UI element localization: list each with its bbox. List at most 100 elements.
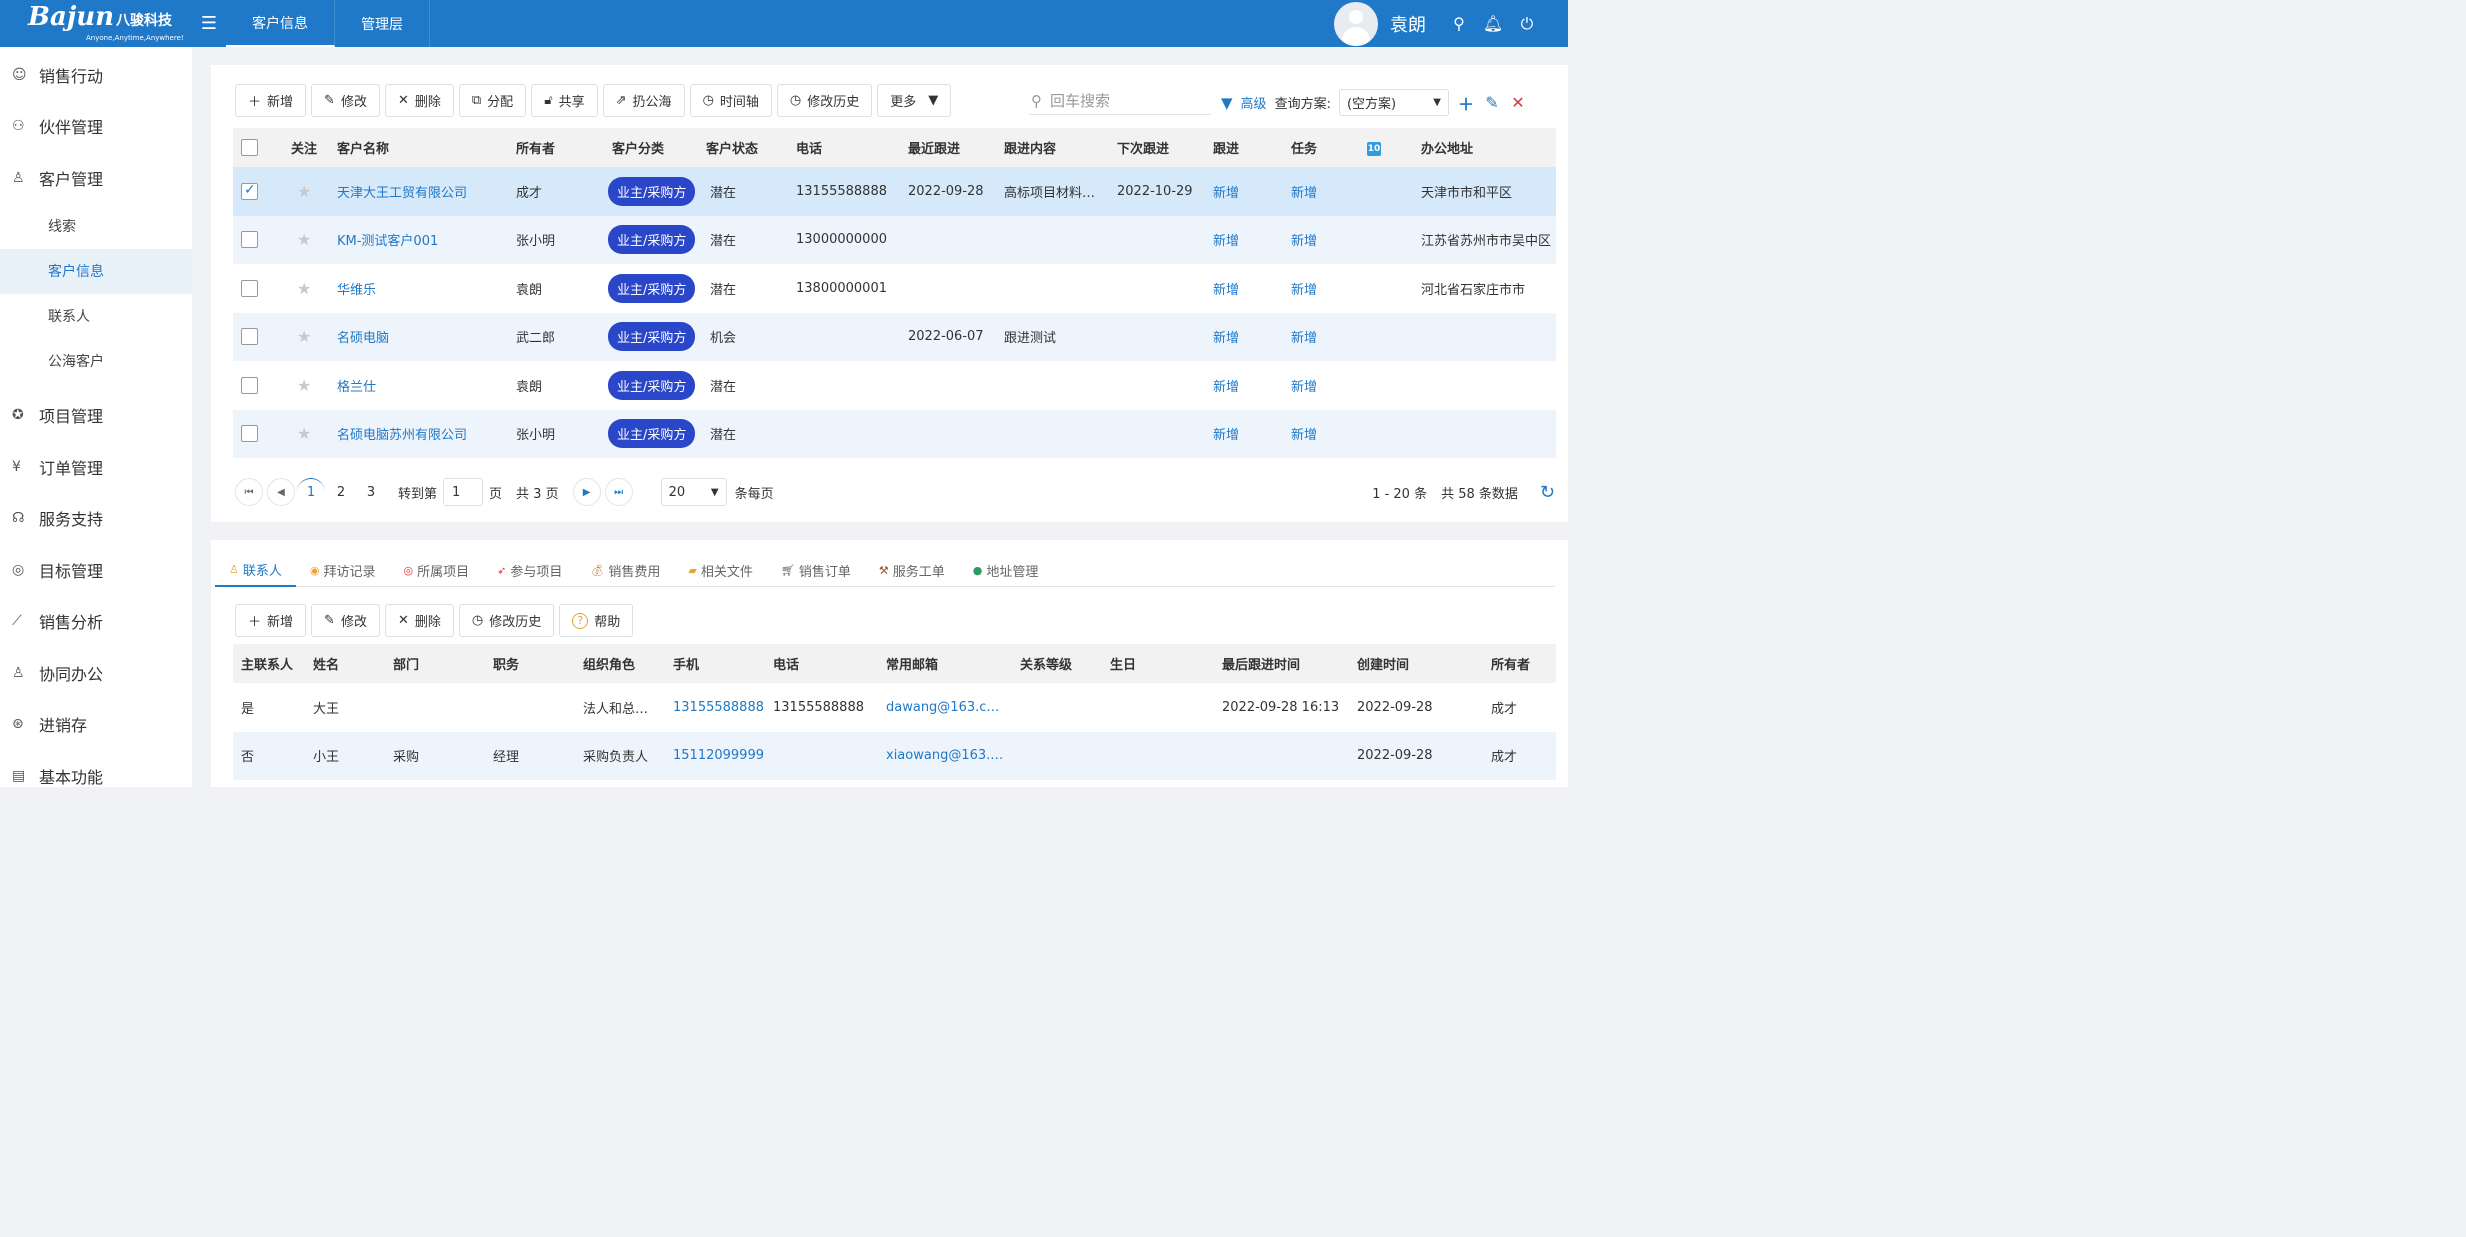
table-row[interactable]: ★ 名硕电脑苏州有限公司 张小明 业主/采购方 潜在 新增 新增 [233, 409, 1556, 458]
tab-orders[interactable]: 🛒︎ 销售订单 [767, 554, 865, 587]
bell-icon[interactable]: 🔔︎ [1476, 14, 1510, 33]
col-task[interactable]: 任务 [1287, 128, 1363, 167]
follow-add-link[interactable]: 新增 [1213, 186, 1239, 201]
row-checkbox[interactable] [241, 425, 258, 443]
col-name[interactable]: 客户名称 [333, 128, 512, 167]
sidebar-item-order[interactable]: ¥ 订单管理 [0, 441, 192, 493]
col-mobile[interactable]: 手机 [665, 644, 765, 683]
col-status[interactable]: 客户状态 [702, 128, 792, 167]
column-settings-icon[interactable]: 10 [1367, 141, 1381, 156]
tab-projects[interactable]: ◎ 所属项目 [390, 554, 484, 587]
more-button[interactable]: 更多 ▼ [877, 84, 952, 117]
to-public-button[interactable]: ⇗ 扔公海 [602, 84, 685, 117]
star-icon[interactable]: ★ [297, 279, 311, 298]
star-icon[interactable]: ★ [297, 230, 311, 249]
customer-name-link[interactable]: KM-测试客户001 [337, 234, 438, 249]
row-checkbox[interactable] [241, 279, 258, 297]
filter-icon[interactable]: ▼ [1221, 94, 1233, 112]
tab-management[interactable]: 管理层 [335, 0, 430, 47]
tab-service-orders[interactable]: ⚒ 服务工单 [865, 554, 959, 587]
tab-customer-info[interactable]: 客户信息 [226, 0, 335, 47]
table-row[interactable]: 否小王 采购 经理 采购负责人 15112099999 xiaowang@163.c… 20… [233, 731, 1556, 780]
advanced-search-link[interactable]: 高级 [1241, 93, 1267, 112]
sidebar-item-target[interactable]: ◎ 目标管理 [0, 544, 192, 596]
page-1[interactable]: 1 [297, 478, 325, 506]
sidebar-item-basic[interactable]: ▤ 基本功能 [0, 750, 192, 802]
col-primary[interactable]: 主联系人 [233, 644, 305, 683]
star-icon[interactable]: ★ [297, 376, 311, 395]
col-phone[interactable]: 电话 [765, 644, 878, 683]
page-2[interactable]: 2 [327, 478, 355, 506]
follow-add-link[interactable]: 新增 [1213, 234, 1239, 249]
table-row[interactable]: ★ 华维乐 袁朗 业主/采购方 潜在 13800000001 新增 新增 河北省石家庄市市 [233, 264, 1556, 313]
mobile-link[interactable]: 13155588888 [673, 700, 764, 715]
sidebar-sub-leads[interactable]: 线索 [0, 204, 192, 249]
assign-button[interactable]: ⧉ 分配 [458, 84, 527, 117]
query-scheme-select[interactable]: (空方案) ▼ [1338, 89, 1449, 116]
follow-add-link[interactable]: 新增 [1213, 380, 1239, 395]
col-dept[interactable]: 部门 [385, 644, 485, 683]
table-row[interactable]: ★ 名硕电脑 武二郎 业主/采购方 机会 2022-06-07 跟进测试 新增 新增 [233, 312, 1556, 361]
help-button[interactable]: ? 帮助 [559, 604, 634, 637]
sidebar-item-service[interactable]: ☊ 服务支持 [0, 493, 192, 545]
sidebar-item-stock[interactable]: ⊛ 进销存 [0, 699, 192, 751]
mobile-link[interactable]: 15112099999 [673, 748, 764, 763]
customer-name-link[interactable]: 华维乐 [337, 283, 376, 298]
col-title[interactable]: 职务 [485, 644, 575, 683]
col-level[interactable]: 关系等级 [1012, 644, 1102, 683]
follow-add-link[interactable]: 新增 [1213, 283, 1239, 298]
tab-addresses[interactable]: ● 地址管理 [959, 554, 1053, 587]
user-name[interactable]: 袁朗 [1390, 11, 1426, 37]
sidebar-item-analysis[interactable]: ⟋ 销售分析 [0, 596, 192, 648]
page-3[interactable]: 3 [357, 478, 385, 506]
tab-contacts[interactable]: ♙ 联系人 [215, 554, 296, 587]
col-birthday[interactable]: 生日 [1102, 644, 1214, 683]
edit-scheme-icon[interactable]: ✎ [1483, 93, 1501, 112]
tab-expenses[interactable]: 💰︎ 销售费用 [576, 554, 674, 587]
tab-files[interactable]: ▰ 相关文件 [674, 554, 766, 587]
customer-name-link[interactable]: 名硕电脑 [337, 331, 389, 346]
delete-button[interactable]: ✕ 删除 [384, 84, 454, 117]
sidebar-item-project[interactable]: ✪ 项目管理 [0, 390, 192, 442]
sidebar-sub-customer-info[interactable]: 客户信息 [0, 248, 192, 294]
col-last-follow[interactable]: 最近跟进 [904, 128, 1000, 167]
contact-edit-button[interactable]: ✎ 修改 [311, 604, 380, 637]
delete-scheme-icon[interactable]: ✕ [1509, 93, 1527, 112]
next-page-icon[interactable]: ▶ [572, 478, 601, 506]
tab-joined-projects[interactable]: ➶ 参与项目 [483, 554, 576, 587]
col-role[interactable]: 组织角色 [575, 644, 665, 683]
add-scheme-icon[interactable]: ＋ [1457, 91, 1475, 115]
customer-name-link[interactable]: 格兰仕 [337, 380, 376, 395]
history-button[interactable]: ◷ 修改历史 [776, 84, 873, 117]
row-checkbox[interactable] [241, 231, 258, 249]
sidebar-item-partner[interactable]: ⚇ 伙伴管理 [0, 101, 192, 153]
power-icon[interactable]: ⏻ [1510, 14, 1544, 34]
star-icon[interactable]: ★ [297, 182, 311, 201]
sidebar-item-collab[interactable]: ♙ 协同办公 [0, 647, 192, 699]
page-size-select[interactable]: 20 ▼ [660, 478, 727, 506]
prev-page-icon[interactable]: ◀ [267, 478, 295, 506]
col-follow-content[interactable]: 跟进内容 [1000, 128, 1113, 167]
table-row[interactable]: ★ KM-测试客户001 张小明 业主/采购方 潜在 13000000000 新增 新增 江苏省… [233, 215, 1556, 264]
email-link[interactable]: xiaowang@163.c… [886, 748, 1004, 763]
row-checkbox[interactable] [241, 328, 258, 346]
first-page-icon[interactable]: ⏮ [235, 478, 263, 506]
contact-history-button[interactable]: ◷ 修改历史 [458, 604, 555, 637]
col-next-follow[interactable]: 下次跟进 [1113, 128, 1209, 167]
row-checkbox[interactable] [241, 376, 258, 394]
table-row[interactable]: ★ 天津大王工贸有限公司 成才业主/采购方潜在131555888882022-09-… [233, 167, 1556, 216]
contact-delete-button[interactable]: ✕ 删除 [384, 604, 454, 637]
star-icon[interactable]: ★ [297, 424, 311, 443]
customer-name-link[interactable]: 名硕电脑苏州有限公司 [337, 428, 467, 443]
email-link[interactable]: dawang@163.com [886, 700, 1004, 715]
refresh-icon[interactable]: ↻ [1540, 482, 1555, 503]
sidebar-item-sales-action[interactable]: ☺ 销售行动 [0, 49, 192, 101]
col-created[interactable]: 创建时间 [1349, 644, 1483, 683]
task-add-link[interactable]: 新增 [1291, 186, 1317, 201]
edit-button[interactable]: ✎ 修改 [311, 84, 380, 117]
contact-add-button[interactable]: ＋新增 [235, 604, 307, 637]
menu-toggle-icon[interactable]: ☰ [192, 13, 226, 34]
col-follow[interactable]: 关注 [287, 128, 333, 167]
tab-visits[interactable]: ◉ 拜访记录 [296, 554, 390, 587]
sidebar-sub-contacts[interactable]: 联系人 [0, 294, 192, 339]
